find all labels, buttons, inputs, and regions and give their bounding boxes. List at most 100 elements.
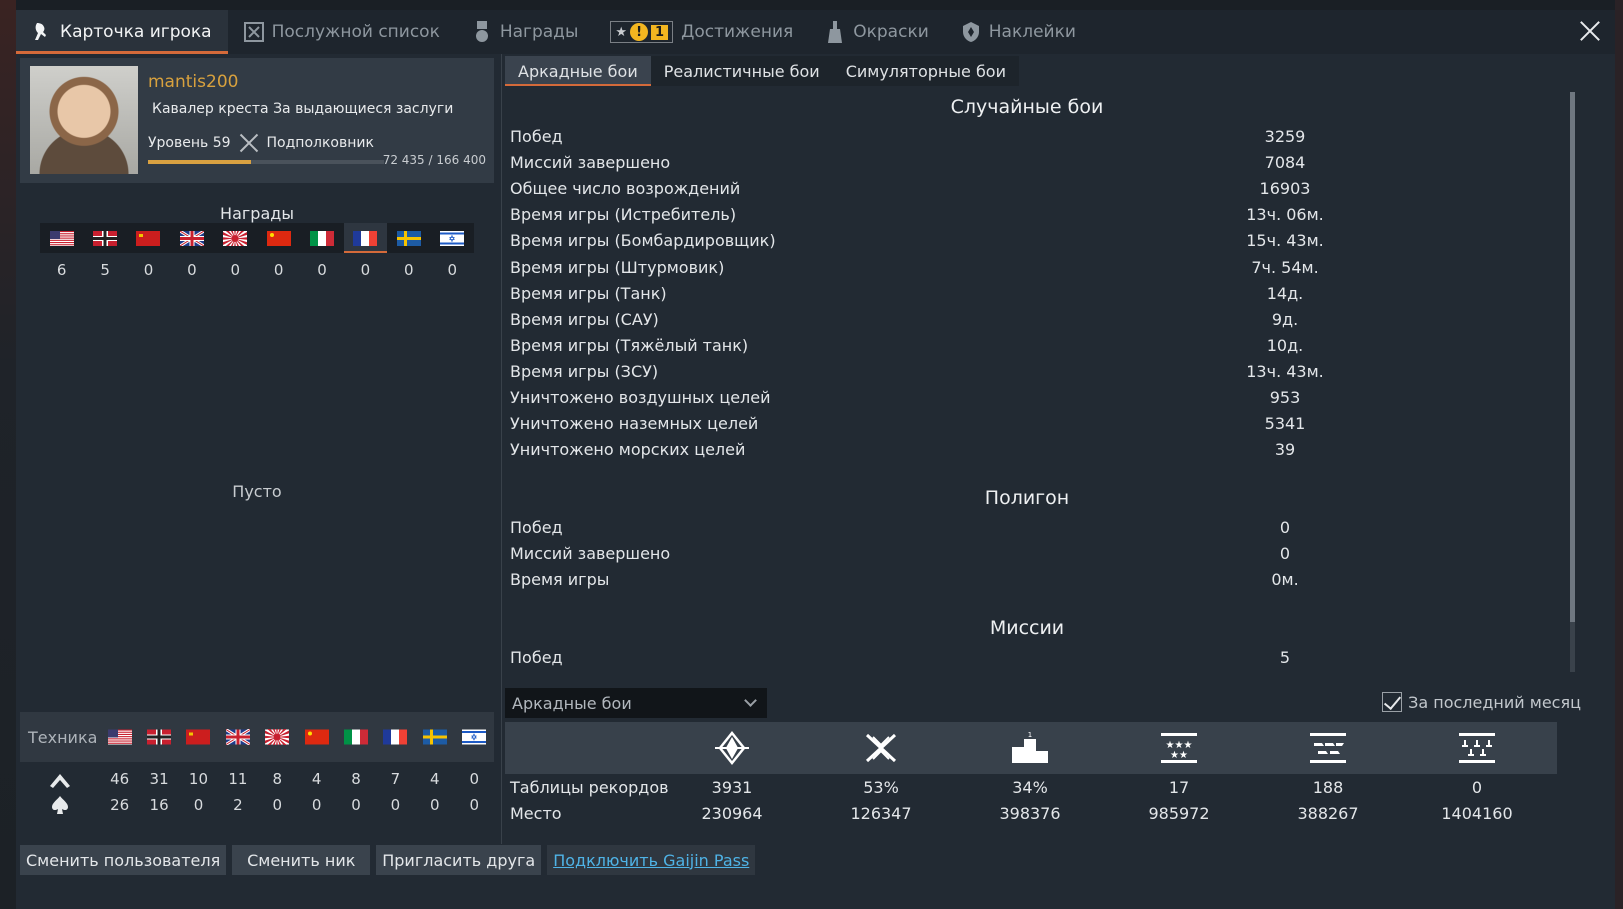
award-count: 0 (360, 261, 371, 279)
tab-decals[interactable]: Наклейки (945, 10, 1092, 54)
researched-vehicle-count: 10 (188, 770, 209, 788)
researched-vehicle-count: 7 (390, 770, 401, 788)
vehicle-nation-usa[interactable] (100, 729, 139, 745)
vehicle-nation-sweden[interactable] (415, 729, 454, 745)
ground-kills-icon[interactable] (1308, 730, 1348, 766)
vehicle-nation-germany[interactable] (139, 729, 178, 745)
vehicles-label: Техника (28, 727, 98, 747)
elite-vehicle-count: 0 (390, 796, 401, 814)
dropdown-value: Аркадные бои (512, 693, 632, 713)
close-button[interactable] (1577, 18, 1603, 44)
tab-label: Достижения (681, 22, 794, 42)
decals-icon (961, 21, 981, 43)
stat-row: Время игры 0м. (510, 570, 1540, 596)
tab-achievements[interactable]: ★ ! 1 Достижения (594, 10, 809, 54)
stat-value: 0 (1279, 544, 1291, 564)
vehicle-nation-ussr[interactable] (179, 729, 218, 745)
tab-player-card[interactable]: Карточка игрока (16, 10, 228, 54)
record-value: 34% (1012, 778, 1048, 797)
stat-row: Время игры (Танк) 14д. (510, 284, 1540, 310)
sweden-flag-icon (396, 230, 421, 246)
award-nation-usa[interactable] (40, 223, 83, 253)
section-title-missions: Миссии (989, 617, 1065, 639)
award-nation-china[interactable] (257, 223, 300, 253)
switch-user-button[interactable]: Сменить пользователя (20, 845, 227, 875)
stats-scrollbar[interactable] (1570, 92, 1575, 672)
stat-value: 953 (1269, 388, 1301, 407)
italy-flag-icon (310, 230, 335, 246)
award-count: 0 (404, 261, 414, 279)
avatar[interactable] (30, 66, 138, 174)
left-panel: mantis200 Кавалер креста За выдающиеся з… (20, 58, 494, 838)
stat-name: Побед (510, 518, 563, 537)
award-nation-sweden[interactable] (387, 223, 430, 253)
vehicle-nation-china[interactable] (297, 729, 336, 745)
xp-progress-bar (148, 160, 384, 164)
mode-tab-1[interactable]: Реалистичные бои (651, 56, 833, 86)
usa-flag-icon (49, 230, 74, 246)
tab-camouflage[interactable]: Окраски (809, 10, 945, 54)
checkbox-checked-icon[interactable] (1382, 692, 1403, 712)
podium-icon[interactable]: 1 (1010, 730, 1050, 766)
invite-friend-button[interactable]: Пригласить друга (376, 845, 542, 875)
vehicle-nation-italy[interactable] (336, 729, 375, 745)
vehicle-nation-japan[interactable] (258, 729, 297, 745)
stat-value: 13ч. 06м. (1246, 205, 1324, 225)
mode-tab-2[interactable]: Симуляторные бои (833, 56, 1019, 86)
tab-service-record[interactable]: Послужной список (228, 10, 456, 54)
vehicle-nation-israel[interactable] (455, 729, 494, 745)
sweden-flag-icon (422, 729, 447, 745)
tab-label: Послужной список (271, 22, 440, 42)
stat-row: Время игры (Истребитель) 13ч. 06м. (510, 205, 1540, 231)
award-nation-israel[interactable] (431, 223, 474, 253)
award-nation-france[interactable] (343, 223, 388, 253)
germany-flag-icon (147, 729, 172, 745)
award-nation-japan[interactable] (214, 223, 257, 253)
stats-scrollbar-thumb[interactable] (1570, 92, 1575, 622)
stat-name: Побед (510, 648, 563, 667)
air-kills-icon[interactable]: ★★★ ★★ (1159, 730, 1199, 766)
elite-vehicle-count: 0 (469, 796, 479, 814)
stat-name: Время игры (Истребитель) (510, 205, 737, 225)
award-nation-germany[interactable] (83, 223, 126, 253)
service-record-icon (243, 21, 264, 43)
vehicle-nation-france[interactable] (376, 729, 415, 745)
elite-vehicle-count: 0 (430, 796, 440, 814)
change-nick-button[interactable]: Сменить ник (232, 845, 371, 875)
stat-name: Время игры (ЗСУ) (510, 361, 659, 381)
vehicle-nation-britain[interactable] (218, 729, 257, 745)
israel-flag-icon (462, 729, 487, 745)
naval-kills-icon[interactable] (1457, 730, 1497, 766)
player-title[interactable]: Кавалер креста За выдающиеся заслуги (152, 101, 453, 117)
tab-awards[interactable]: Награды (456, 10, 595, 54)
records-label: Таблицы рекордов (510, 778, 669, 797)
leaderboard-header: 1 ★★★ ★★ (505, 722, 1557, 774)
vehicle-nation-flags (100, 729, 494, 745)
ussr-flag-icon (136, 230, 161, 246)
stat-value: 0м. (1271, 570, 1299, 590)
stat-value: 13ч. 43м. (1246, 361, 1324, 381)
award-nation-britain[interactable] (170, 223, 213, 253)
win-rate-icon[interactable] (861, 730, 901, 766)
place-value: 985972 (1148, 804, 1210, 823)
stat-row: Побед 0 (510, 518, 1540, 544)
award-nation-ussr[interactable] (127, 223, 170, 253)
china-flag-icon (304, 729, 329, 745)
crossed-swords-icon (237, 132, 261, 154)
award-nation-italy[interactable] (300, 223, 343, 253)
stat-value: 5341 (1264, 414, 1306, 434)
stat-value: 39 (1274, 440, 1296, 460)
mode-tab-0[interactable]: Аркадные бои (505, 56, 651, 86)
stat-row: Побед 5 (510, 648, 1540, 674)
xp-text: 72 435 / 166 400 (382, 153, 486, 167)
place-value: 398376 (999, 804, 1061, 823)
victories-icon[interactable] (712, 730, 752, 766)
elite-vehicle-count: 0 (351, 796, 361, 814)
top-tab-bar: Карточка игрока Послужной список Награды… (16, 10, 1615, 54)
achievements-icon: ★ ! 1 (610, 21, 674, 43)
leaderboard-mode-dropdown[interactable]: Аркадные бои (505, 688, 767, 718)
last-month-toggle[interactable]: За последний месяц (1382, 692, 1581, 712)
gaijin-pass-link[interactable]: Подключить Gaijin Pass (547, 845, 756, 875)
britain-flag-icon (179, 230, 204, 246)
stat-row: Время игры (Тяжёлый танк) 10д. (510, 336, 1540, 362)
